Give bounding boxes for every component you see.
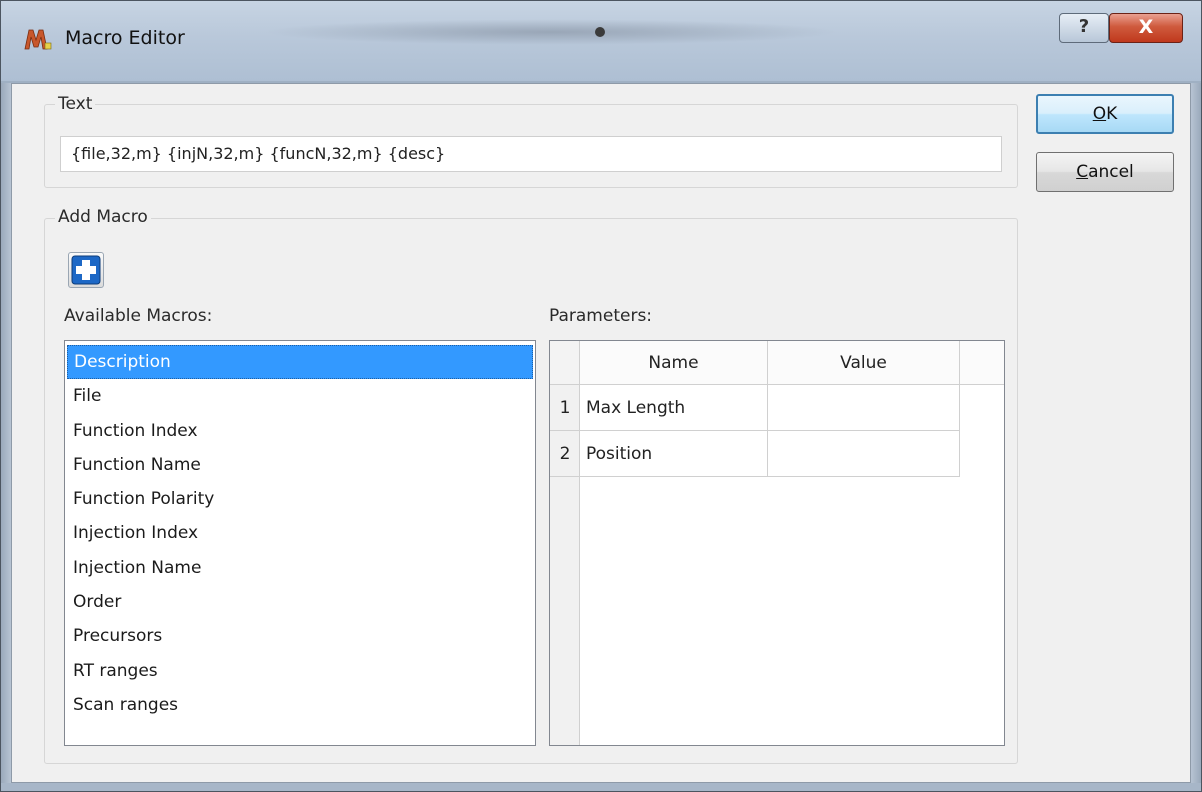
- add-macro-button[interactable]: [68, 252, 104, 288]
- list-item[interactable]: Function Name: [67, 448, 533, 482]
- ok-accelerator: O: [1092, 104, 1107, 124]
- window-right-border: [1191, 83, 1201, 783]
- list-item[interactable]: Function Polarity: [67, 482, 533, 516]
- title-bar-mark: [595, 27, 605, 37]
- dialog-client-area: Text {file,32,m} {injN,32,m} {funcN,32,m…: [11, 83, 1191, 783]
- cancel-accelerator: C: [1076, 162, 1089, 182]
- list-item[interactable]: Precursors: [67, 619, 533, 653]
- close-icon: X: [1138, 16, 1154, 38]
- param-value-cell[interactable]: [768, 431, 960, 477]
- app-icon: [24, 29, 52, 50]
- window-title: Macro Editor: [65, 27, 185, 49]
- cancel-button[interactable]: Cancel: [1036, 152, 1174, 192]
- text-group-label: Text: [55, 94, 96, 114]
- title-bar-background: [261, 19, 841, 45]
- list-item[interactable]: RT ranges: [67, 654, 533, 688]
- column-header-value[interactable]: Value: [768, 341, 960, 385]
- available-macros-label: Available Macros:: [64, 306, 213, 326]
- list-item[interactable]: Description: [67, 345, 533, 380]
- column-header-name[interactable]: Name: [580, 341, 768, 385]
- param-name-cell[interactable]: Max Length: [580, 385, 768, 431]
- list-item[interactable]: File: [67, 379, 533, 413]
- ok-button[interactable]: OK: [1036, 94, 1174, 134]
- help-icon: ?: [1078, 16, 1090, 37]
- row-header-2[interactable]: 2: [550, 431, 580, 477]
- list-item[interactable]: Injection Index: [67, 516, 533, 550]
- row-header-1[interactable]: 1: [550, 385, 580, 431]
- plus-icon: [71, 255, 101, 285]
- add-macro-group-label: Add Macro: [55, 207, 151, 227]
- window-bottom-border: [1, 783, 1201, 791]
- macro-editor-window: Macro Editor ? X Text {file,32,m} {injN,…: [0, 0, 1202, 792]
- cancel-label: ancel: [1088, 162, 1134, 182]
- list-item[interactable]: Order: [67, 585, 533, 619]
- macro-text-input[interactable]: {file,32,m} {injN,32,m} {funcN,32,m} {de…: [60, 136, 1002, 172]
- column-header-filler: [960, 341, 1004, 385]
- window-left-border: [1, 83, 11, 783]
- available-macros-list[interactable]: Description File Function Index Function…: [64, 340, 536, 746]
- parameters-label: Parameters:: [549, 306, 653, 326]
- list-item[interactable]: Function Index: [67, 414, 533, 448]
- list-item[interactable]: Scan ranges: [67, 688, 533, 722]
- list-item[interactable]: Injection Name: [67, 551, 533, 585]
- help-button[interactable]: ?: [1059, 13, 1109, 43]
- param-name-cell[interactable]: Position: [580, 431, 768, 477]
- ok-label: K: [1106, 104, 1118, 124]
- title-bar[interactable]: Macro Editor ? X: [1, 1, 1201, 81]
- param-value-cell[interactable]: [768, 385, 960, 431]
- parameters-grid[interactable]: Name Value 1 Max Length 2 Position: [549, 340, 1005, 746]
- close-button[interactable]: X: [1109, 13, 1183, 43]
- grid-corner: [550, 341, 580, 385]
